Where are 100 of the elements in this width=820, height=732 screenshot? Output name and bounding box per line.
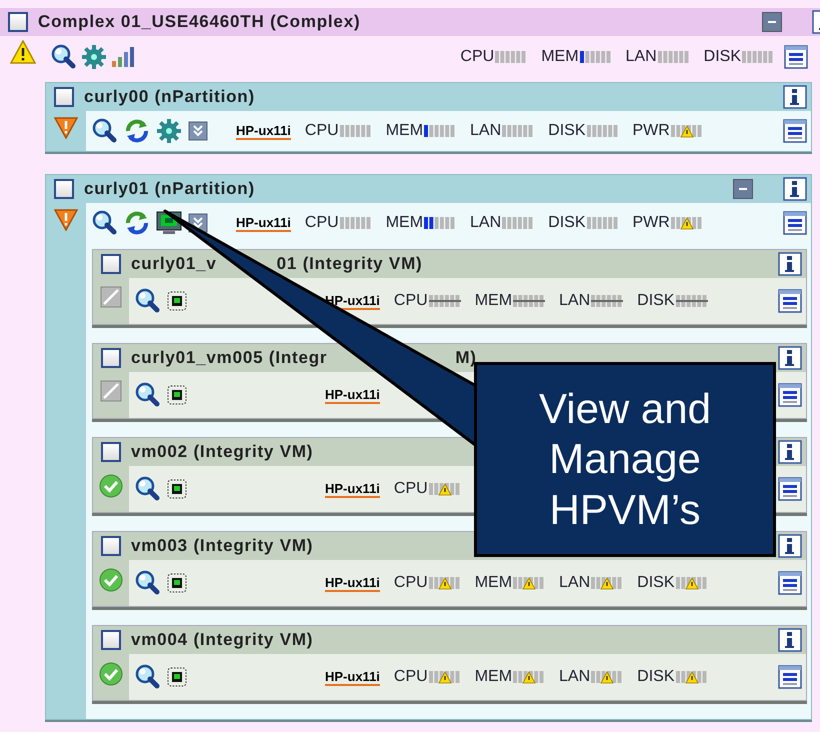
- gear-icon[interactable]: [156, 118, 182, 144]
- search-icon[interactable]: [135, 476, 161, 502]
- usage-meter: [591, 576, 624, 590]
- node-title: curly01_v: [131, 254, 217, 274]
- usage-meter: [502, 124, 534, 138]
- critical-icon: [54, 209, 78, 231]
- checkbox[interactable]: [8, 12, 28, 32]
- ok-icon: [99, 568, 123, 592]
- usage-meter: [424, 124, 456, 138]
- info-icon[interactable]: [783, 85, 807, 109]
- search-icon[interactable]: [135, 570, 161, 596]
- node-title: vm002 (Integrity VM): [131, 442, 314, 462]
- metric-label: CPU: [304, 214, 339, 232]
- info-icon[interactable]: [778, 534, 802, 558]
- checkbox[interactable]: [101, 536, 121, 556]
- report-icon[interactable]: [778, 383, 802, 407]
- info-icon[interactable]: [778, 252, 802, 276]
- search-icon[interactable]: [135, 288, 161, 314]
- refresh-icon[interactable]: [124, 210, 150, 236]
- metric-label: LAN: [559, 668, 590, 686]
- metric-label: LAN: [470, 214, 502, 232]
- node-title: vm003 (Integrity VM): [131, 536, 314, 556]
- report-icon[interactable]: [784, 45, 808, 69]
- gear-icon[interactable]: [81, 44, 107, 70]
- usage-meter: [676, 294, 708, 308]
- search-icon[interactable]: [92, 210, 118, 236]
- node-title: curly00 (nPartition): [84, 87, 255, 107]
- usage-meter: [586, 216, 618, 230]
- metric-label: CPU: [304, 122, 339, 140]
- os-logo: HP-ux11i: [236, 122, 291, 140]
- metric-label: CPU: [394, 292, 428, 310]
- report-icon[interactable]: [783, 211, 807, 235]
- info-icon[interactable]: [778, 346, 802, 370]
- checkbox[interactable]: [54, 87, 74, 107]
- checkbox[interactable]: [101, 348, 121, 368]
- usage-meter: [742, 50, 774, 64]
- metric-label: PWR: [632, 122, 670, 140]
- metric-label: CPU: [460, 48, 494, 66]
- node-title: curly01_vm005 (Integr: [131, 348, 328, 368]
- report-icon[interactable]: [783, 119, 807, 143]
- search-icon[interactable]: [92, 118, 118, 144]
- metric-label: CPU: [394, 668, 428, 686]
- collapse-button[interactable]: [762, 12, 782, 32]
- usage-meter: [428, 294, 461, 308]
- bars-icon[interactable]: [111, 46, 135, 68]
- report-icon[interactable]: [778, 571, 802, 595]
- search-icon[interactable]: [135, 664, 161, 690]
- os-logo: HP-ux11i: [325, 668, 380, 686]
- metric-label: LAN: [626, 48, 657, 66]
- usage-meter: [428, 576, 461, 590]
- checkbox[interactable]: [101, 630, 121, 650]
- info-icon[interactable]: [783, 177, 807, 201]
- chip-icon[interactable]: [167, 479, 187, 499]
- chip-icon[interactable]: [167, 667, 187, 687]
- usage-meter: [513, 670, 546, 684]
- search-icon[interactable]: [135, 382, 161, 408]
- usage-meter: [340, 216, 372, 230]
- report-icon[interactable]: [778, 665, 802, 689]
- metric-label: CPU: [394, 480, 428, 498]
- usage-meter: [513, 576, 546, 590]
- checkbox[interactable]: [101, 442, 121, 462]
- info-icon[interactable]: [778, 628, 802, 652]
- chip-icon[interactable]: [167, 573, 187, 593]
- os-logo: HP-ux11i: [325, 574, 380, 592]
- refresh-icon[interactable]: [124, 118, 150, 144]
- callout-box: View and Manage HPVM’s: [474, 362, 776, 557]
- warning-icon: [10, 40, 36, 64]
- metric-label: DISK: [637, 574, 674, 592]
- checkbox[interactable]: [101, 254, 121, 274]
- os-logo: HP-ux11i: [325, 386, 380, 404]
- usage-meter: [676, 670, 708, 684]
- metric-label: MEM: [474, 292, 512, 310]
- collapse-button[interactable]: [733, 179, 753, 199]
- chip-icon[interactable]: [167, 385, 187, 405]
- report-icon[interactable]: [778, 289, 802, 313]
- metric-label: MEM: [386, 122, 424, 140]
- usage-meter: [676, 576, 708, 590]
- metric-label: LAN: [559, 574, 590, 592]
- metric-label: CPU: [394, 574, 428, 592]
- node-title: 01 (Integrity VM): [276, 254, 422, 274]
- metric-label: MEM: [386, 214, 424, 232]
- usage-meter: [495, 50, 528, 64]
- usage-meter: [591, 670, 624, 684]
- report-icon[interactable]: [778, 477, 802, 501]
- metric-label: LAN: [470, 122, 502, 140]
- metric-label: DISK: [637, 292, 674, 310]
- usage-meter: [340, 124, 372, 138]
- checkbox[interactable]: [54, 179, 74, 199]
- search-icon[interactable]: [51, 44, 77, 70]
- os-logo: HP-ux11i: [236, 214, 291, 232]
- node-title: Complex 01_USE46460TH (Complex): [38, 12, 360, 32]
- critical-icon: [54, 117, 78, 139]
- ok-icon: [99, 474, 123, 498]
- chip-icon[interactable]: [167, 291, 187, 311]
- info-icon[interactable]: [778, 440, 802, 464]
- metric-label: DISK: [637, 668, 674, 686]
- usage-meter: [670, 216, 703, 230]
- os-logo: HP-ux11i: [325, 480, 380, 498]
- node-title: M): [455, 348, 477, 368]
- metric-label: PWR: [632, 214, 670, 232]
